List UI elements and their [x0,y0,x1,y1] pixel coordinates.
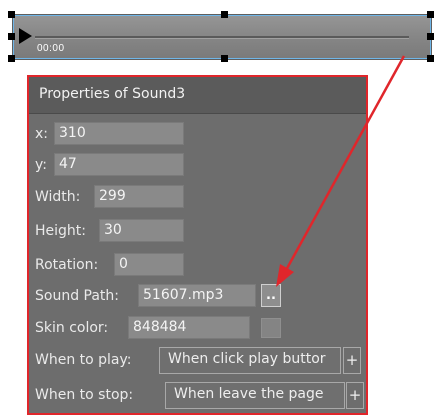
rotation-input[interactable]: 0 [114,253,184,276]
progress-track[interactable] [35,36,409,39]
skin-color-label: Skin color: [35,320,109,336]
height-input[interactable]: 30 [99,219,184,242]
x-label: x: [35,126,49,142]
sound-path-label: Sound Path: [35,288,120,304]
skin-color-input[interactable]: 848484 [128,316,250,339]
sound-path-input[interactable]: 51607.mp3 [138,284,256,307]
properties-panel: Properties of Sound3 x: 310 y: 47 Width:… [27,75,368,415]
resize-handle-middle-right[interactable] [427,33,434,40]
browse-sound-button[interactable]: .. [261,284,281,307]
width-label: Width: [35,189,81,205]
sound-player[interactable]: 00:00 [12,14,432,60]
when-to-stop-label: When to stop: [35,387,134,403]
add-play-trigger-button[interactable]: + [343,347,361,374]
resize-handle-bottom-right[interactable] [427,55,434,62]
panel-title: Properties of Sound3 [39,86,186,102]
color-swatch[interactable] [261,318,281,338]
when-to-play-select[interactable]: When click play buttor [159,347,341,374]
y-label: y: [35,157,47,173]
resize-handle-bottom-center[interactable] [221,55,228,62]
width-input[interactable]: 299 [94,185,184,208]
height-label: Height: [35,223,86,239]
when-to-play-label: When to play: [35,352,132,368]
resize-handle-top-center[interactable] [221,11,228,18]
add-stop-trigger-button[interactable]: + [346,382,364,409]
y-input[interactable]: 47 [54,153,184,176]
x-input[interactable]: 310 [54,122,184,145]
resize-handle-top-left[interactable] [8,11,15,18]
play-icon[interactable] [19,28,32,44]
rotation-label: Rotation: [35,257,99,273]
resize-handle-bottom-left[interactable] [8,55,15,62]
time-display: 00:00 [37,43,65,54]
panel-header: Properties of Sound3 [29,77,366,114]
when-to-stop-select[interactable]: When leave the page [165,382,345,409]
resize-handle-middle-left[interactable] [8,33,15,40]
resize-handle-top-right[interactable] [427,11,434,18]
